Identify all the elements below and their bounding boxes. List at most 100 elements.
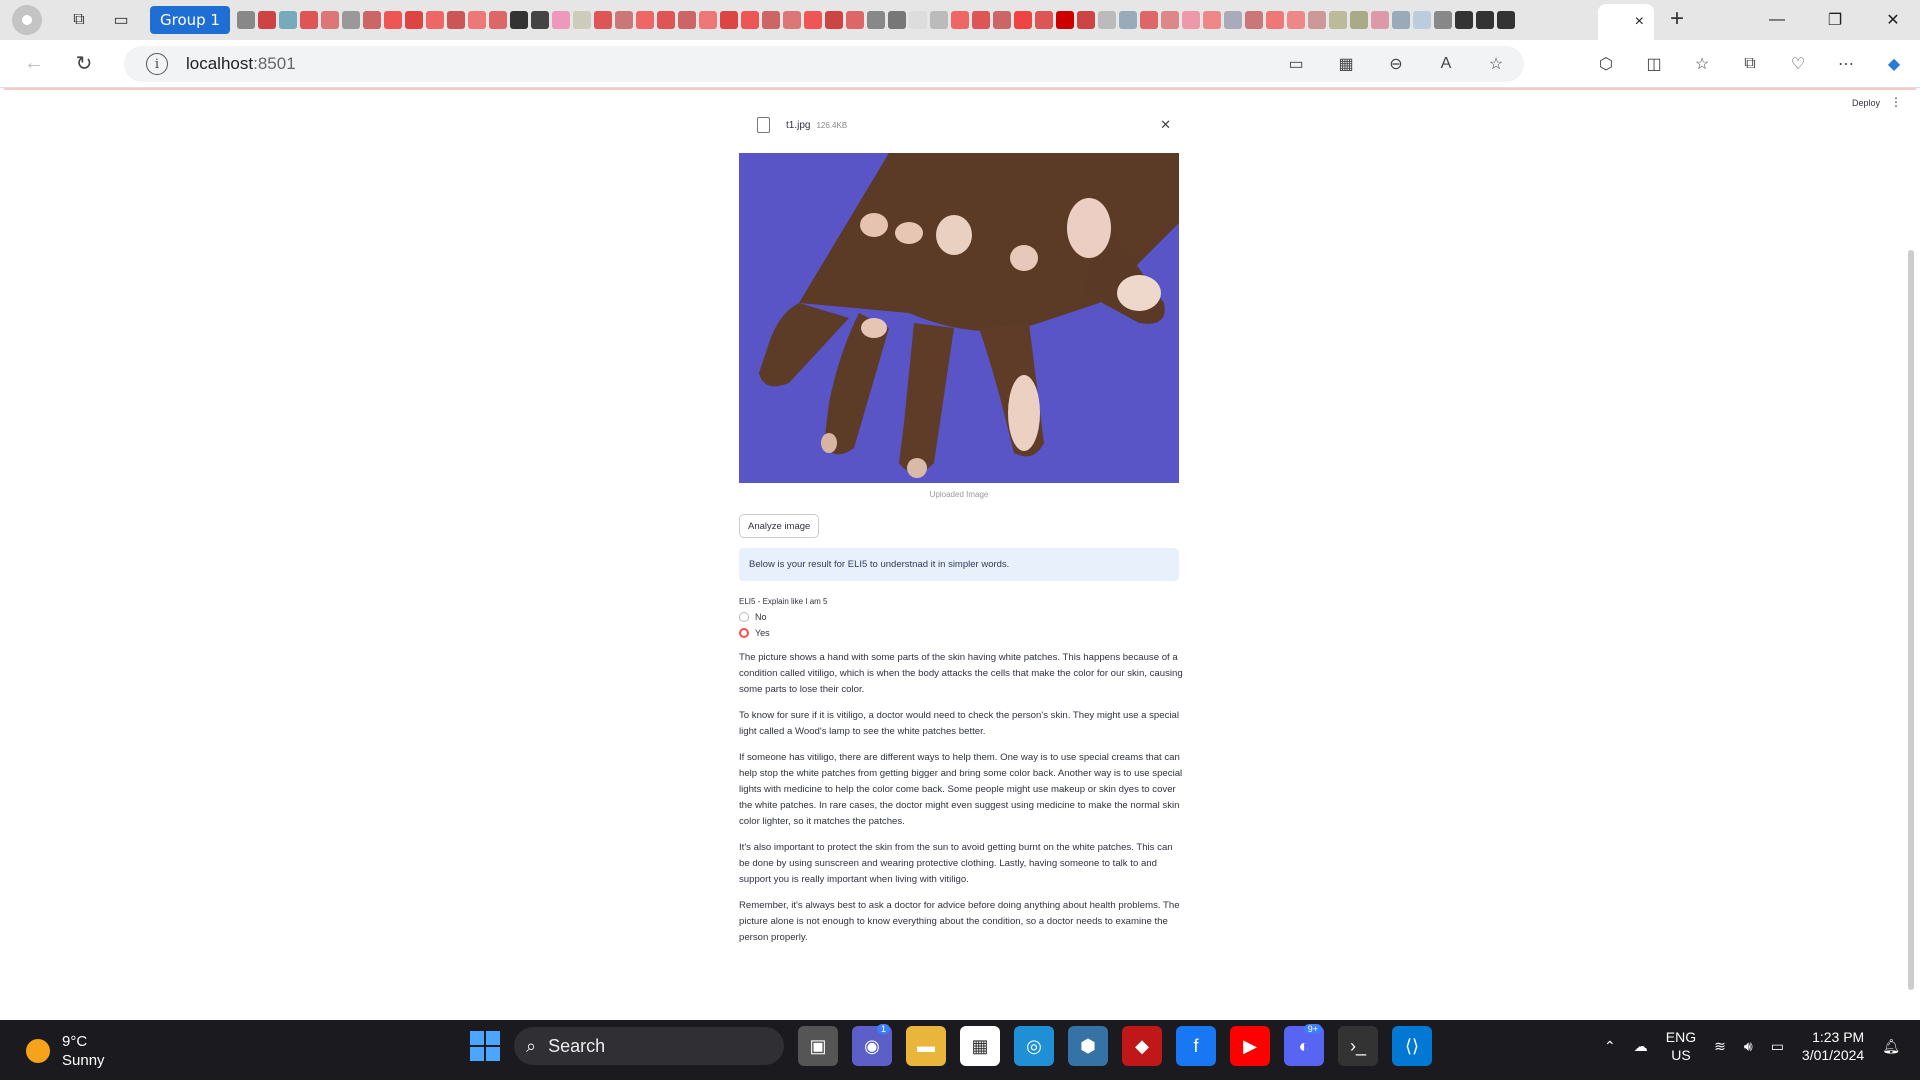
new-tab-button[interactable]: + xyxy=(1662,4,1692,34)
onedrive-icon[interactable]: ☁ xyxy=(1634,1038,1648,1055)
scrollbar[interactable] xyxy=(1908,250,1914,990)
pinned-tab-icon[interactable] xyxy=(888,11,907,29)
analyze-image-button[interactable]: Analyze image xyxy=(739,514,820,538)
zoom-icon[interactable]: ⊖ xyxy=(1382,50,1410,78)
site-info-icon[interactable]: i xyxy=(146,53,168,75)
pinned-tab-icon[interactable] xyxy=(1434,11,1453,29)
pinned-tab-icon[interactable] xyxy=(510,11,529,29)
app-available-icon[interactable]: ▭ xyxy=(1282,50,1310,78)
url-text[interactable]: localhost:8501 xyxy=(186,54,296,74)
split-screen-icon[interactable]: ◫ xyxy=(1640,50,1668,78)
pinned-tab-icon[interactable] xyxy=(1161,11,1180,29)
refresh-icon[interactable]: ↻ xyxy=(66,46,102,82)
store-icon[interactable]: ▦ xyxy=(960,1026,1000,1066)
read-aloud-icon[interactable]: A xyxy=(1432,50,1460,78)
close-window-button[interactable]: ✕ xyxy=(1864,0,1920,40)
pinned-tab-icon[interactable] xyxy=(1413,11,1432,29)
pinned-tab-icon[interactable] xyxy=(1140,11,1159,29)
remove-file-icon[interactable]: ✕ xyxy=(1160,117,1171,133)
pinned-tab-icon[interactable] xyxy=(1350,11,1369,29)
pinned-tab-icon[interactable] xyxy=(741,11,760,29)
restore-button[interactable]: ❐ xyxy=(1806,0,1864,40)
pinned-tab-icon[interactable] xyxy=(636,11,655,29)
pinned-tab-icon[interactable] xyxy=(783,11,802,29)
pinned-tab-icon[interactable] xyxy=(573,11,592,29)
extensions-icon[interactable]: ⬡ xyxy=(1592,50,1620,78)
volume-icon[interactable]: 🔊︎ xyxy=(1744,1038,1753,1055)
deploy-button[interactable]: Deploy xyxy=(1852,98,1880,108)
pinned-tab-icon[interactable] xyxy=(867,11,886,29)
radio-option-no[interactable]: No xyxy=(739,612,767,622)
youtube-icon[interactable]: ▶ xyxy=(1230,1026,1270,1066)
pinned-tab-icon[interactable] xyxy=(1245,11,1264,29)
pinned-tab-icon[interactable] xyxy=(447,11,466,29)
pinned-tab-icon[interactable] xyxy=(1224,11,1243,29)
file-explorer-icon[interactable]: ▬ xyxy=(906,1026,946,1066)
pinned-tab-icon[interactable] xyxy=(363,11,382,29)
pinned-tab-icon[interactable] xyxy=(321,11,340,29)
weather-widget[interactable]: 9°C Sunny xyxy=(26,1032,105,1070)
pinned-tab-icon[interactable] xyxy=(1329,11,1348,29)
pinned-tab-icon[interactable] xyxy=(615,11,634,29)
discord-icon[interactable]: ◐ 9+ xyxy=(1284,1024,1324,1066)
pinned-tab-icon[interactable] xyxy=(552,11,571,29)
vscode-icon[interactable]: ⟨⟩ xyxy=(1392,1026,1432,1066)
pinned-tab-icon[interactable] xyxy=(1392,11,1411,29)
active-tab[interactable]: × xyxy=(1598,4,1654,40)
teams-icon[interactable]: ◉ 1 xyxy=(852,1024,892,1066)
pinned-tab-icon[interactable] xyxy=(972,11,991,29)
pinned-tab-icon[interactable] xyxy=(1119,11,1138,29)
pinned-tab-icon[interactable] xyxy=(1056,11,1075,29)
pinned-tab-icon[interactable] xyxy=(342,11,361,29)
pinned-tab-icon[interactable] xyxy=(1497,11,1516,29)
radio-no-circle[interactable] xyxy=(739,612,749,622)
pinned-tab-icon[interactable] xyxy=(405,11,424,29)
clock[interactable]: 1:23 PM 3/01/2024 xyxy=(1802,1028,1864,1064)
pinned-tab-icon[interactable] xyxy=(1203,11,1222,29)
pinned-tab-icon[interactable] xyxy=(1035,11,1054,29)
pinned-tab-icon[interactable] xyxy=(1476,11,1495,29)
battery-icon[interactable]: ▭ xyxy=(1771,1038,1784,1055)
pinned-tab-icon[interactable] xyxy=(1077,11,1096,29)
pinned-tab-icon[interactable] xyxy=(489,11,508,29)
notifications-icon[interactable]: 🔔︎ xyxy=(1882,1038,1900,1055)
pinned-tab-icon[interactable] xyxy=(258,11,277,29)
favorite-star-icon[interactable]: ☆ xyxy=(1482,50,1510,78)
browser-essentials-icon[interactable]: ♡ xyxy=(1784,50,1812,78)
pinned-tab-icon[interactable] xyxy=(384,11,403,29)
pinned-tab-icon[interactable] xyxy=(909,11,928,29)
pinned-tab-icon[interactable] xyxy=(657,11,676,29)
pinned-tab-icon[interactable] xyxy=(1182,11,1201,29)
pinned-tab-icon[interactable] xyxy=(720,11,739,29)
pinned-tab-icon[interactable] xyxy=(804,11,823,29)
pinned-tab-icon[interactable] xyxy=(846,11,865,29)
edge-icon[interactable]: ◎ xyxy=(1014,1026,1054,1066)
pinned-tab-icon[interactable] xyxy=(678,11,697,29)
pinned-tab-icon[interactable] xyxy=(237,11,256,29)
pinned-tab-icon[interactable] xyxy=(1098,11,1117,29)
pinned-tab-icon[interactable] xyxy=(300,11,319,29)
pinned-tab-icon[interactable] xyxy=(699,11,718,29)
close-tab-icon[interactable]: × xyxy=(1635,13,1644,31)
qr-icon[interactable]: ▦ xyxy=(1332,50,1360,78)
app-menu-icon[interactable]: ⋮ xyxy=(1890,95,1902,109)
pinned-tab-icon[interactable] xyxy=(1308,11,1327,29)
collections-icon[interactable]: ⧉ xyxy=(1736,50,1764,78)
pinned-tab-icon[interactable] xyxy=(594,11,613,29)
pinned-tab-icon[interactable] xyxy=(762,11,781,29)
tab-actions-icon[interactable]: ▭ xyxy=(104,5,138,35)
terminal-icon[interactable]: ›_ xyxy=(1338,1026,1378,1066)
profile-icon[interactable] xyxy=(12,5,42,35)
tab-group-label[interactable]: Group 1 xyxy=(150,6,230,34)
minimize-button[interactable]: — xyxy=(1748,0,1806,40)
favorites-icon[interactable]: ☆ xyxy=(1688,50,1716,78)
radio-option-yes[interactable]: Yes xyxy=(739,628,770,638)
pinned-tab-icon[interactable] xyxy=(951,11,970,29)
pinned-tab-icon[interactable] xyxy=(1014,11,1033,29)
pinned-tab-icon[interactable] xyxy=(1371,11,1390,29)
start-button[interactable] xyxy=(470,1031,500,1061)
tray-overflow-icon[interactable]: ⌃ xyxy=(1604,1038,1616,1055)
wifi-icon[interactable]: ≋ xyxy=(1714,1038,1726,1055)
python-icon[interactable]: ⬢ xyxy=(1068,1026,1108,1066)
copilot-icon[interactable]: ◆ xyxy=(1880,50,1908,78)
